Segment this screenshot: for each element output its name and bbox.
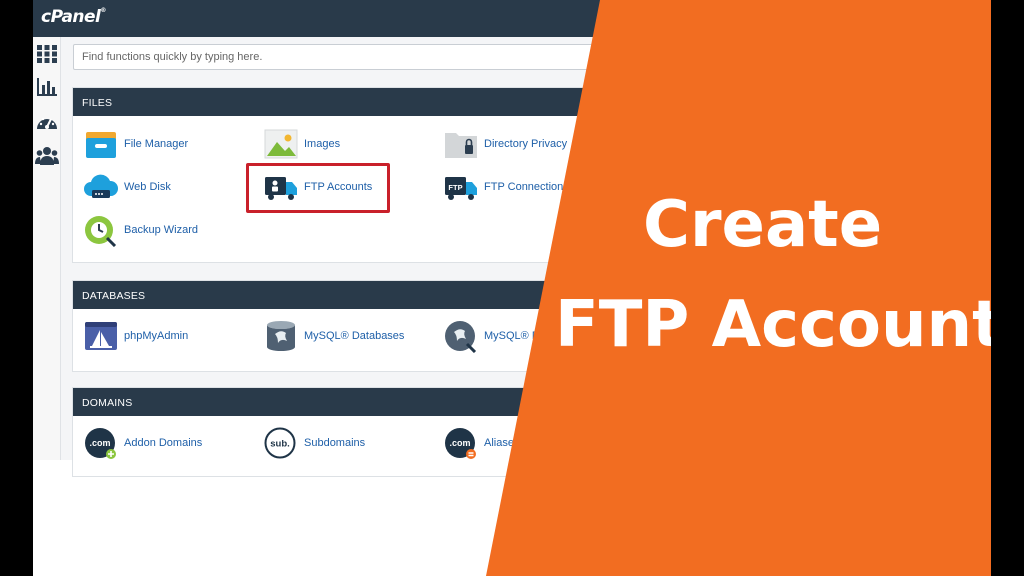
headline-line-2: FTP Account [555,288,991,362]
thumbnail-stage: cPanel® Find functions quickly by typing… [0,0,1024,576]
thumbnail-frame: cPanel® Find functions quickly by typing… [33,0,991,576]
headline-line-1: Create [643,188,883,262]
